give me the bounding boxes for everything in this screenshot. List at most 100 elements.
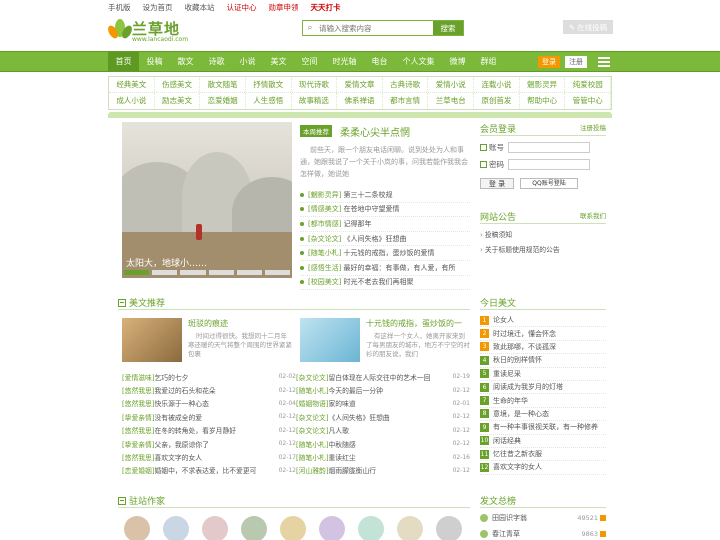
submit-button[interactable]: ✎ 在线投稿 xyxy=(563,20,613,34)
list-item[interactable]: [悠然我思]我爱过的石头和花朵 02-12 xyxy=(122,383,296,396)
list-item[interactable]: 6 阅读成为我岁月的灯塔 xyxy=(480,381,606,395)
category-link[interactable]: 兰草电台 xyxy=(428,93,475,109)
item-category[interactable]: [悠然我思] xyxy=(122,454,155,462)
announce-item[interactable]: 关于标题使用规范的公告 xyxy=(480,244,606,254)
list-item[interactable]: 春江青草 9863 xyxy=(480,527,606,540)
item-title[interactable]: 《人间失格》狂想曲 xyxy=(329,414,390,422)
item-category[interactable]: [随笔小札] xyxy=(296,387,329,395)
item-category[interactable]: [婚姻物语] xyxy=(296,400,329,408)
author-avatar[interactable] xyxy=(436,516,462,540)
slide-dot[interactable] xyxy=(264,270,291,275)
item-category[interactable]: [恋爱婚姻] xyxy=(122,467,155,475)
list-item[interactable]: [杂文论文]凡人歌 02-12 xyxy=(296,424,470,437)
item-title[interactable]: 在苍地中守望爱情 xyxy=(343,204,399,214)
item-title[interactable]: 喜欢文字的女人 xyxy=(155,454,203,462)
login-button[interactable]: 登录 xyxy=(538,56,560,68)
list-item[interactable]: [杂文论文]《人间失格》狂想曲 02-12 xyxy=(296,410,470,423)
item-category[interactable]: [杂文论文] xyxy=(308,234,341,244)
item-category[interactable]: [随笔小札] xyxy=(296,454,329,462)
category-link[interactable]: 佛系禅语 xyxy=(337,93,383,109)
list-item[interactable]: [婚姻物语]家的味道 02-01 xyxy=(296,397,470,410)
search-button[interactable]: 搜索 xyxy=(433,21,463,35)
category-link[interactable]: 经典美文 xyxy=(109,77,155,92)
category-link[interactable]: 纯爱校园 xyxy=(565,77,612,92)
item-category[interactable]: [随笔小札] xyxy=(296,441,329,449)
author-avatar[interactable] xyxy=(358,516,384,540)
author-avatar[interactable] xyxy=(397,516,423,540)
list-item[interactable]: [随笔小札]中秋随感 02-12 xyxy=(296,437,470,450)
item-category[interactable]: [悠然我思] xyxy=(122,400,155,408)
contact-link[interactable]: 联系我们 xyxy=(580,210,606,220)
item-category[interactable]: [挚爱亲情] xyxy=(122,414,155,422)
item-title[interactable]: 中秋随感 xyxy=(329,441,356,449)
featured-slideshow[interactable]: 太阳大，地球小…… xyxy=(122,122,292,278)
item-category[interactable]: [爱情滋味] xyxy=(122,374,155,382)
verify-center-link[interactable]: 认证中心 xyxy=(227,2,257,13)
list-item[interactable]: 11 忆往昔之新衣服 xyxy=(480,448,606,462)
item-title[interactable]: 第三十二条校规 xyxy=(343,190,392,200)
qq-login-button[interactable]: QQ账号登陆 xyxy=(520,178,578,189)
item-title[interactable]: 意境，是一种心态 xyxy=(493,409,549,419)
item-title[interactable]: 家的味道 xyxy=(329,400,356,408)
item-title[interactable]: 在冬的转角处，看岁月静好 xyxy=(155,427,237,435)
list-item[interactable]: [随笔小札] 十元钱的戒指，蛋炒饭的爱情 xyxy=(300,246,470,261)
search-input[interactable] xyxy=(317,21,433,35)
category-link[interactable]: 现代诗歌 xyxy=(292,77,338,92)
nav-item[interactable]: 首页 xyxy=(108,52,139,71)
category-link[interactable]: 帮助中心 xyxy=(520,93,566,109)
recommend-title[interactable]: 柔柔心尖半点惘 xyxy=(340,124,410,139)
checkin-link[interactable]: 天天打卡 xyxy=(311,2,341,13)
category-link[interactable]: 故事精选 xyxy=(292,93,338,109)
item-title[interactable]: 闲话经典 xyxy=(493,436,521,446)
category-link[interactable]: 都市言情 xyxy=(383,93,429,109)
item-category[interactable]: [悠然我思] xyxy=(122,427,155,435)
item-title[interactable]: 致此那哪，不谈孤深 xyxy=(493,342,556,352)
item-title[interactable]: 重读尼采 xyxy=(493,369,521,379)
item-title[interactable]: 阅读成为我岁月的灯塔 xyxy=(493,382,563,392)
nav-item[interactable]: 美文 xyxy=(263,52,294,71)
item-title[interactable]: 论女人 xyxy=(493,315,514,325)
list-item[interactable]: [杂文论文] 《人间失格》狂想曲 xyxy=(300,232,470,247)
list-item[interactable]: 3 致此那哪，不谈孤深 xyxy=(480,341,606,355)
list-item[interactable]: [随笔小札]今天的最后一分钟 02-12 xyxy=(296,383,470,396)
nav-item[interactable]: 时光轴 xyxy=(325,52,364,71)
bookmark-link[interactable]: 收藏本站 xyxy=(185,2,215,13)
nav-item[interactable]: 诗歌 xyxy=(201,52,232,71)
slide-dot[interactable] xyxy=(152,270,178,275)
item-category[interactable]: [悠然我思] xyxy=(122,387,155,395)
item-title[interactable]: 快乐源于一种心态 xyxy=(155,400,209,408)
item-title[interactable]: 乞巧的七夕 xyxy=(155,374,189,382)
list-item[interactable]: [感悟生活] 最好的幸福：有事做，有人爱，有所 xyxy=(300,261,470,276)
slide-dot[interactable] xyxy=(208,270,234,275)
slide-dot[interactable] xyxy=(180,270,206,275)
nav-item[interactable]: 小说 xyxy=(232,52,263,71)
list-item[interactable]: [随笔小札]重读红尘 02-16 xyxy=(296,450,470,463)
category-link[interactable]: 抒情散文 xyxy=(246,77,292,92)
item-title[interactable]: 秋日的别样情怀 xyxy=(493,355,542,365)
mobile-link[interactable]: 手机版 xyxy=(108,2,131,13)
nav-item[interactable]: 微博 xyxy=(442,52,473,71)
login-submit-button[interactable]: 登 录 xyxy=(480,178,514,189)
item-category[interactable]: [情感美文] xyxy=(308,204,341,214)
site-logo[interactable]: 兰草地 www.lancaodi.com xyxy=(108,18,198,44)
item-title[interactable]: 重读红尘 xyxy=(329,454,356,462)
nav-item[interactable]: 群组 xyxy=(473,52,504,71)
item-category[interactable]: [随笔小札] xyxy=(308,248,341,258)
list-item[interactable]: 2 时过境迁，懂会怀念 xyxy=(480,327,606,341)
item-title[interactable]: 喜欢文字的女人 xyxy=(493,462,542,472)
item-category[interactable]: [魍影灵异] xyxy=(308,190,341,200)
slide-dot[interactable] xyxy=(124,270,150,275)
item-category[interactable]: [感悟生活] xyxy=(308,263,341,273)
item-title[interactable]: 凡人歌 xyxy=(329,427,349,435)
account-input[interactable] xyxy=(508,142,590,153)
author-avatar[interactable] xyxy=(280,516,306,540)
author-avatar[interactable] xyxy=(163,516,189,540)
item-title[interactable]: 我爱过的石头和花朵 xyxy=(155,387,216,395)
list-item[interactable]: [情感美文] 在苍地中守望爱情 xyxy=(300,203,470,218)
category-link[interactable]: 伤感美文 xyxy=(155,77,201,92)
category-link[interactable]: 古典诗歌 xyxy=(383,77,429,92)
list-item[interactable]: [挚爱亲情]没有被成全的爱 02-12 xyxy=(122,410,296,423)
pic-article-right[interactable]: 十元钱的戒指，蛋炒饭的一 有这样一个女人，她离开家来到了每男朋友的城市，地方不宁… xyxy=(296,318,470,366)
slide-dot[interactable] xyxy=(236,270,262,275)
item-name[interactable]: 春江青草 xyxy=(492,529,520,539)
